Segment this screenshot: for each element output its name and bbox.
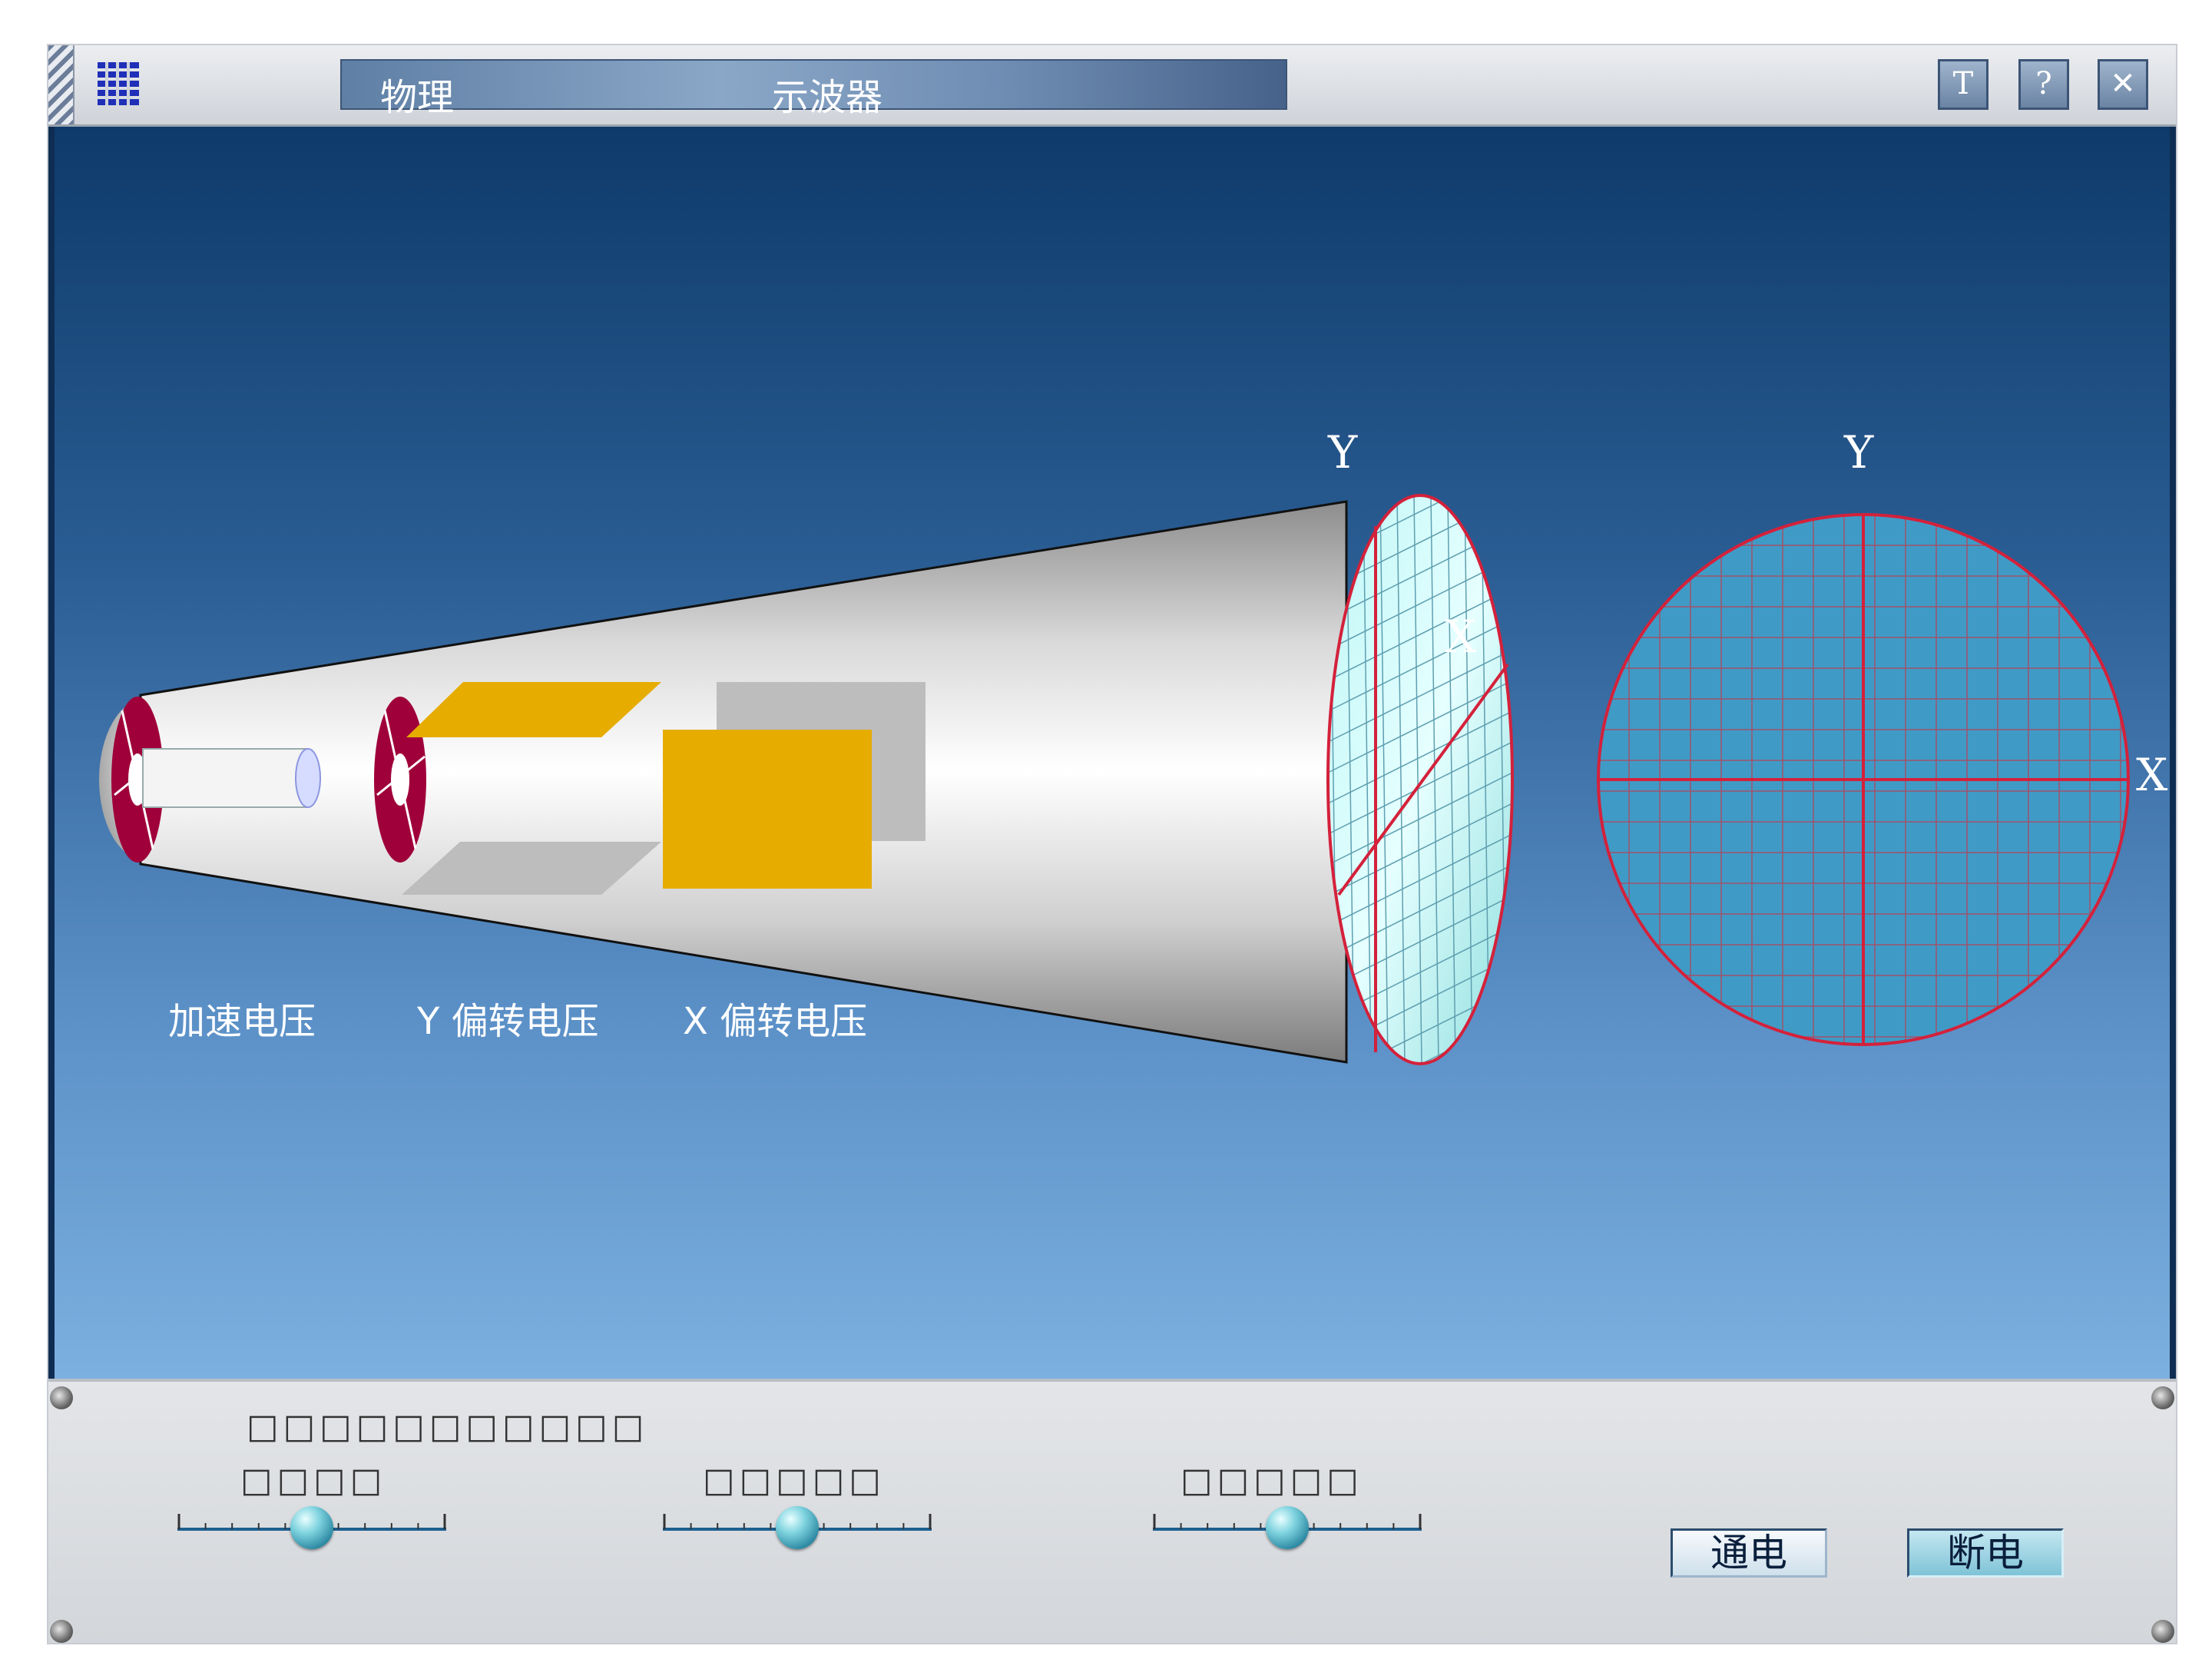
title-bar: 物理 示波器 T ? ✕: [48, 45, 2176, 127]
tube-y-axis-label: Y: [1328, 426, 1358, 478]
title-field: 物理 示波器: [340, 59, 1287, 119]
screen-y-axis-label: Y: [1844, 426, 1874, 478]
screw-icon: [50, 1620, 73, 1643]
screen-x-axis-label: X: [2136, 749, 2168, 801]
tube-x-axis-label: X: [1445, 611, 1477, 663]
slider-label-accel: □□□□: [240, 1461, 387, 1500]
slider-knob[interactable]: [776, 1506, 819, 1549]
x-deflect-voltage-label: X 偏转电压: [683, 1000, 868, 1043]
slider-knob[interactable]: [1266, 1506, 1309, 1549]
panel-title: □□□□□□□□□□□: [247, 1407, 649, 1446]
help-button[interactable]: ?: [2018, 59, 2069, 110]
accel-voltage-label: 加速电压: [168, 1000, 316, 1043]
accel-ring-2: [374, 697, 426, 863]
y-deflect-slider[interactable]: [663, 1497, 932, 1551]
oscilloscope-diagram: [99, 494, 2130, 1065]
tube-screen: [1326, 494, 1514, 1065]
slider-knob[interactable]: [290, 1506, 333, 1549]
anode-cylinder: [142, 748, 321, 808]
app-menu-icon[interactable]: [94, 59, 142, 108]
window-title: 示波器: [772, 76, 883, 119]
subject-title: 物理: [380, 76, 455, 119]
text-mode-button[interactable]: T: [1938, 59, 1988, 110]
app-window: 物理 示波器 T ? ✕ Y X Y X 加速电压 Y 偏转电压 X 偏转电压 …: [48, 45, 2176, 1643]
power-off-button[interactable]: 断电: [1907, 1528, 2064, 1578]
simulation-stage: Y X Y X 加速电压 Y 偏转电压 X 偏转电压: [48, 127, 2176, 1379]
close-button[interactable]: ✕: [2098, 59, 2148, 110]
x-plate-front: [663, 730, 872, 889]
screw-icon: [50, 1386, 73, 1409]
accel-voltage-slider[interactable]: [177, 1497, 446, 1551]
slider-label-x: □□□□□: [1181, 1461, 1363, 1500]
slider-label-y: □□□□□: [703, 1461, 886, 1500]
window-grip[interactable]: [48, 45, 75, 124]
x-deflect-slider[interactable]: [1153, 1497, 1422, 1551]
front-screen: [1597, 513, 2130, 1046]
power-on-button[interactable]: 通电: [1671, 1528, 1827, 1578]
y-deflect-voltage-label: Y 偏转电压: [417, 1000, 599, 1043]
screw-icon: [2151, 1620, 2174, 1643]
screw-icon: [2151, 1386, 2174, 1409]
